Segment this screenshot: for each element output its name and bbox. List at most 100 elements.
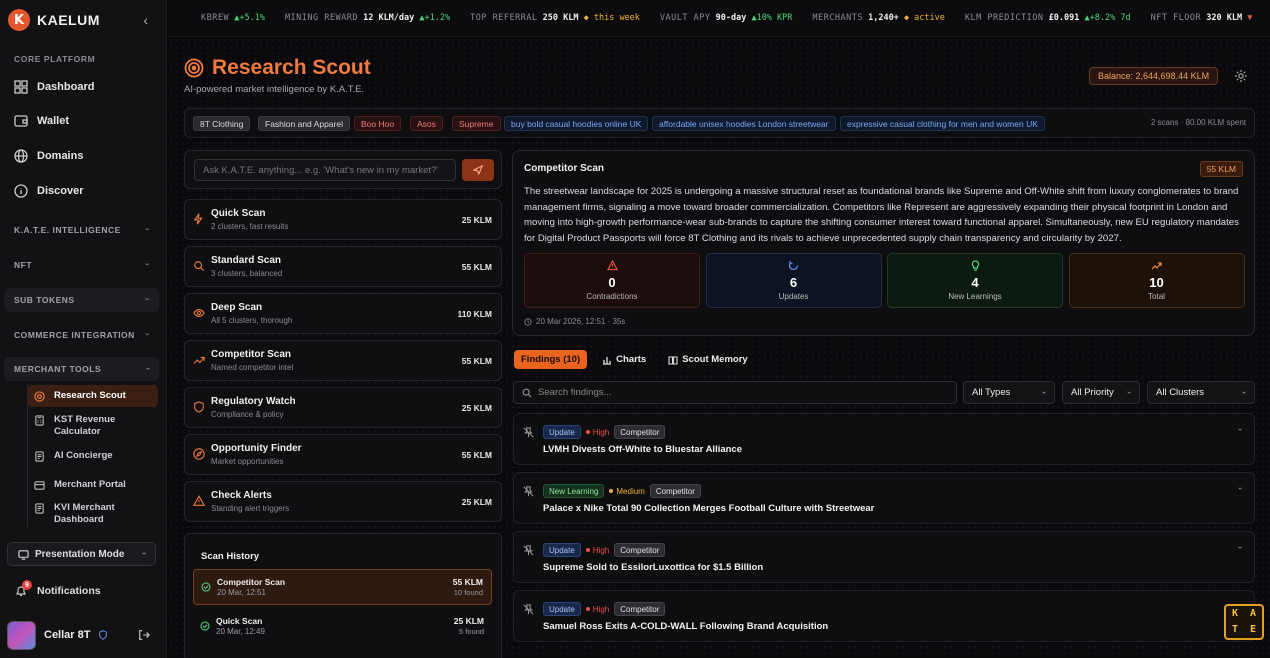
scan-cost: 55 KLM (461, 450, 492, 460)
alert-icon (193, 495, 205, 506)
context-tag[interactable]: Boo Hoo (354, 116, 402, 131)
kate-letter: A (1249, 608, 1257, 619)
context-tag[interactable]: expressive casual clothing for men and w… (840, 116, 1045, 131)
scan-option-deep-scan[interactable]: Deep Scan All 5 clusters, thorough 110 KLM (184, 293, 502, 334)
finding-card[interactable]: New Learning Medium Competitor Palace x Nik… (513, 472, 1255, 524)
group-commerce-integration[interactable]: COMMERCE INTEGRATION › (4, 323, 159, 347)
context-tag[interactable]: Supreme (452, 116, 501, 131)
chevron-down-icon[interactable]: › (1236, 487, 1245, 490)
finding-card[interactable]: Update High Competitor Supreme Sold to Essi… (513, 531, 1255, 583)
tab-scout-memory[interactable]: Scout Memory (661, 350, 754, 369)
ticker-item: VAULT APY 90-day ▲10% KPR (660, 13, 792, 23)
finding-title: LVMH Divests Off-White to Bluestar Allia… (543, 444, 742, 455)
chevron-down-icon[interactable]: › (1236, 546, 1245, 549)
wallet-icon (14, 115, 28, 127)
bulb-icon (971, 260, 979, 271)
finding-title: Palace x Nike Total 90 Collection Merges… (543, 503, 875, 514)
scan-option-quick-scan[interactable]: Quick Scan 2 clusters, fast results 25 KLM (184, 199, 502, 240)
context-tag[interactable]: buy bold casual hoodies online UK (504, 116, 649, 131)
scan-option-regulatory-watch[interactable]: Regulatory Watch Compliance & policy 25 KL… (184, 387, 502, 428)
history-item[interactable]: Competitor Scan 20 Mar, 12:51 55 KLM 10 fou… (193, 569, 492, 605)
collapse-sidebar-button[interactable]: ‹ (143, 12, 148, 28)
scan-description: Compliance & policy (211, 410, 284, 419)
scan-cost: 110 KLM (457, 309, 493, 319)
group-nft[interactable]: NFT › (4, 253, 159, 277)
scan-option-check-alerts[interactable]: Check Alerts Standing alert triggers 25 KL… (184, 481, 502, 522)
summary-text: The streetwear landscape for 2025 is und… (524, 186, 1239, 244)
context-tag[interactable]: 8T Clothing (193, 116, 251, 131)
group-sub-tokens[interactable]: SUB TOKENS › (4, 288, 159, 312)
ticker-item: KBREW ▲+5.1% (201, 13, 265, 23)
priority-badge: High (585, 428, 609, 437)
brand[interactable]: K KAELUM ‹ (8, 8, 158, 32)
filter-clusters[interactable]: All Clusters › (1147, 381, 1255, 404)
context-tag[interactable]: Fashion and Apparel (258, 116, 350, 131)
context-tag[interactable]: Asos (410, 116, 443, 131)
history-item[interactable]: Quick Scan 20 Mar, 12:49 25 KLM 5 found (193, 609, 492, 645)
portal-icon (34, 481, 45, 490)
filter-label: All Types (972, 387, 1011, 398)
chevron-down-icon: › (142, 297, 152, 302)
gear-icon[interactable] (1234, 69, 1248, 83)
tab-label: Scout Memory (682, 354, 748, 365)
ticker-label: NFT FLOOR (1150, 13, 1202, 23)
kate-assistant-button[interactable]: K A T E (1224, 604, 1264, 640)
presentation-mode-select[interactable]: Presentation Mode › (7, 542, 156, 566)
scan-description: Named competitor intel (211, 363, 294, 372)
filter-priority[interactable]: All Priority › (1062, 381, 1140, 404)
send-button[interactable] (462, 159, 494, 181)
ticker-value: 250 KLM (542, 13, 579, 23)
notifications-button[interactable]: 9 Notifications (14, 580, 101, 598)
user-profile[interactable]: Cellar 8T (7, 620, 157, 650)
grid-icon (14, 80, 28, 94)
eye-icon (193, 309, 205, 317)
finding-card[interactable]: Update High Competitor LVMH Divests Off-Whi… (513, 413, 1255, 465)
sidebar-item-ai-concierge[interactable]: AI Concierge (28, 445, 158, 467)
logout-icon[interactable] (138, 629, 151, 641)
sidebar-item-dashboard[interactable]: Dashboard (14, 77, 154, 97)
sidebar-item-label: KVI Merchant Dashboard (54, 502, 115, 525)
scan-description: 3 clusters, balanced (211, 269, 283, 278)
tab-charts[interactable]: Charts (595, 350, 653, 369)
unpin-icon[interactable] (523, 604, 534, 615)
finding-card[interactable]: Update High Competitor Samuel Ross Exits A-… (513, 590, 1255, 642)
scan-option-competitor-scan[interactable]: Competitor Scan Named competitor intel 55 … (184, 340, 502, 381)
sidebar-item-label: Discover (37, 185, 84, 197)
history-date: 20 Mar, 12:51 (217, 588, 266, 597)
finding-badges: Update High Competitor (543, 602, 666, 616)
unpin-icon[interactable] (523, 545, 534, 556)
ask-kate-input[interactable] (194, 159, 456, 181)
sidebar-item-domains[interactable]: Domains (14, 146, 154, 166)
scan-name: Check Alerts (211, 490, 272, 501)
group-kate-intelligence[interactable]: K.A.T.E. INTELLIGENCE › (4, 218, 159, 242)
filter-types[interactable]: All Types › (963, 381, 1055, 404)
scan-option-opportunity-finder[interactable]: Opportunity Finder Market opportunities 55… (184, 434, 502, 475)
category-badge: Competitor (614, 425, 666, 439)
findings-search[interactable]: Search findings... (513, 381, 957, 404)
sidebar-item-research-scout[interactable]: Research Scout (28, 385, 158, 407)
check-circle-icon (201, 582, 211, 592)
sidebar-item-merchant-portal[interactable]: Merchant Portal (28, 474, 158, 496)
chevron-down-icon: › (142, 262, 152, 267)
filter-label: All Clusters (1156, 387, 1205, 398)
ticker-value: £0.091 (1048, 13, 1080, 23)
chevron-down-icon[interactable]: › (1236, 428, 1245, 431)
unpin-icon[interactable] (523, 427, 534, 438)
sidebar-item-kvi-merchant-dashboard[interactable]: KVI Merchant Dashboard (28, 497, 158, 531)
stat-label: Total (1148, 292, 1165, 301)
target-icon (34, 391, 45, 402)
sidebar-item-discover[interactable]: Discover (14, 181, 154, 201)
context-tag[interactable]: affordable unisex hoodies London streetw… (652, 116, 836, 131)
trend-up-icon (1151, 262, 1162, 270)
tab-findings[interactable]: Findings (10) (514, 350, 588, 369)
sidebar-item-kst-revenue-calculator[interactable]: KST Revenue Calculator (28, 409, 158, 443)
sidebar-item-wallet[interactable]: Wallet (14, 111, 154, 131)
group-merchant-tools[interactable]: MERCHANT TOOLS › (4, 357, 159, 381)
page-subtitle: AI-powered market intelligence by K.A.T.… (184, 84, 365, 95)
scan-cost: 55 KLM (461, 356, 492, 366)
scan-date: 20 Mar 2026, 12:51 · 35s (524, 317, 625, 326)
history-date: 20 Mar, 12:49 (216, 627, 265, 636)
unpin-icon[interactable] (523, 486, 534, 497)
scan-option-standard-scan[interactable]: Standard Scan 3 clusters, balanced 55 KLM (184, 246, 502, 287)
scan-name: Regulatory Watch (211, 396, 296, 407)
